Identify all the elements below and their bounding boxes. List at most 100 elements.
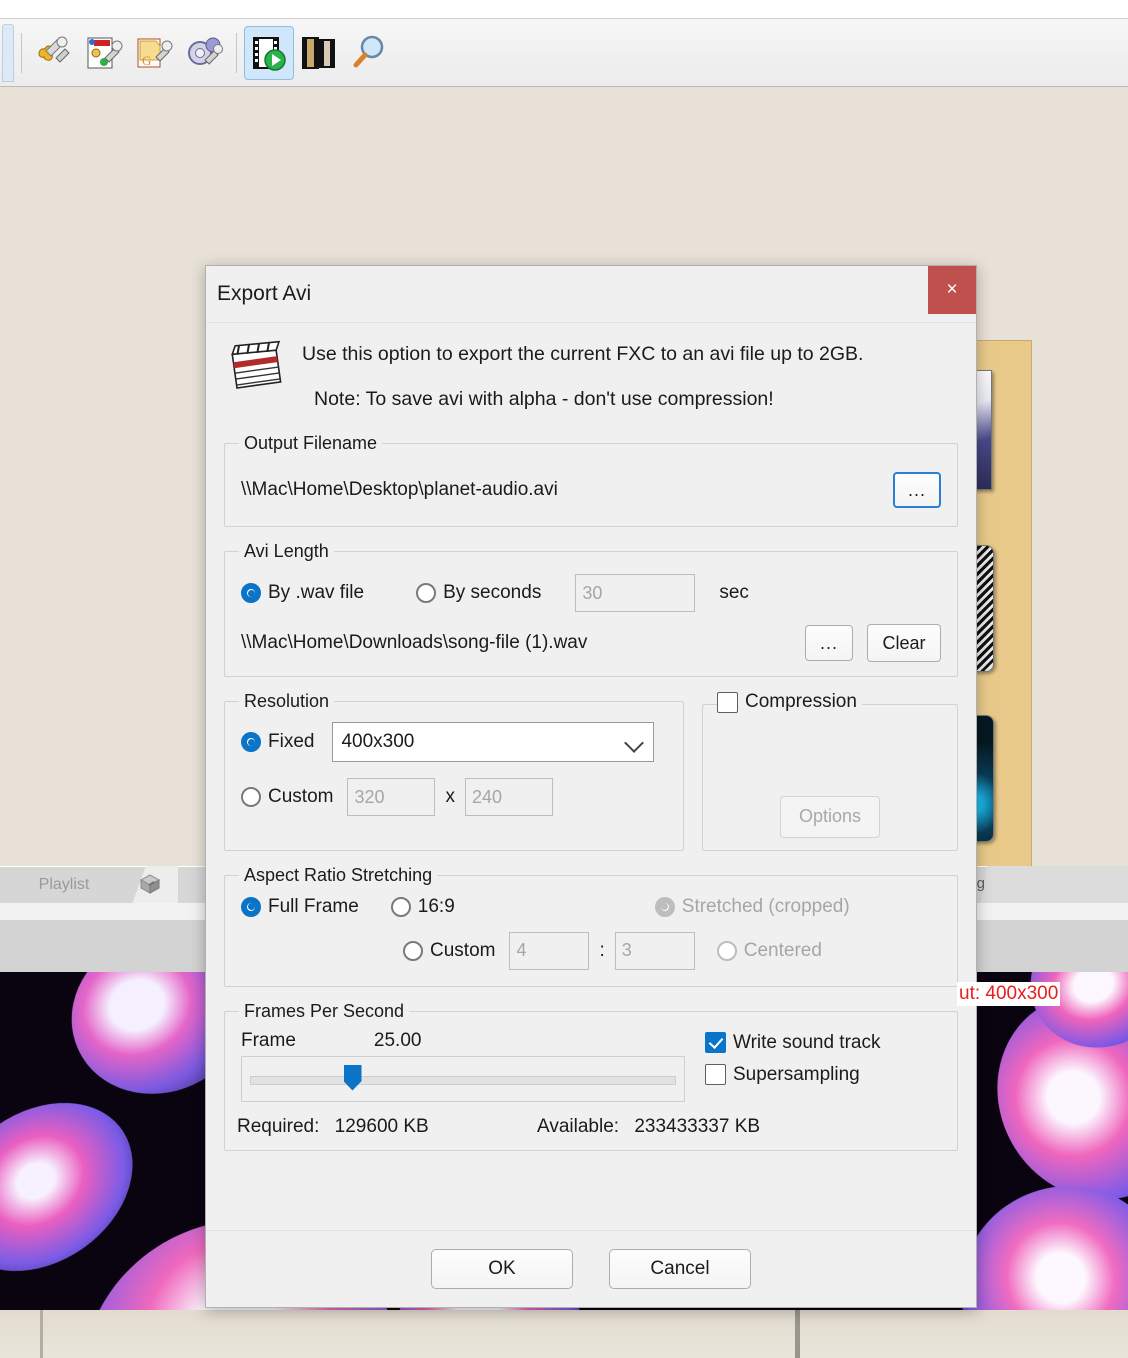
folder-settings-button[interactable]: G [129, 26, 179, 80]
radio-centered [716, 940, 737, 961]
film-strip-button[interactable] [294, 26, 344, 80]
output-resolution-label: ut: 400x300 [957, 982, 1061, 1006]
radio-16-9[interactable] [390, 896, 411, 917]
radio-by-wav-file[interactable] [241, 583, 261, 603]
radio-full-frame[interactable] [241, 896, 261, 917]
toolbar-left-tab[interactable] [2, 23, 14, 82]
output-filename-legend: Output Filename [244, 433, 378, 453]
compression-legend: Compression [717, 691, 862, 718]
fps-slider-track [250, 1075, 676, 1085]
dialog-titlebar: Export Avi × [206, 266, 976, 323]
cube-icon [137, 872, 163, 896]
resolution-select[interactable]: 400x300 [332, 722, 655, 762]
aspect-ratio-legend: Aspect Ratio Stretching [244, 864, 433, 885]
chevron-down-icon [624, 733, 645, 753]
clapperboard-icon [226, 337, 288, 393]
main-toolbar: G [0, 19, 1128, 87]
puzzle-wrench-icon [33, 32, 75, 74]
close-icon[interactable]: × [928, 266, 976, 314]
custom-height-input[interactable] [464, 778, 553, 816]
dialog-title: Export Avi [217, 282, 312, 305]
radio-resolution-fixed[interactable] [241, 732, 261, 752]
avi-length-group: Avi Length By .wav file By seconds sec \… [224, 541, 958, 677]
label-supersampling[interactable]: Supersampling [733, 1064, 860, 1086]
wav-path-text[interactable]: \\Mac\Home\Downloads\song-file (1).wav [241, 632, 587, 654]
label-aspect-custom[interactable]: Custom [430, 940, 495, 962]
tab-playlist[interactable]: Playlist [0, 866, 128, 903]
output-filename-group: Output Filename \\Mac\Home\Desktop\plane… [224, 433, 958, 527]
fps-group: Frames Per Second Frame 25.00 Write soun… [224, 1000, 958, 1151]
bottom-panel [0, 1310, 1128, 1358]
output-browse-button[interactable]: ... [893, 472, 941, 508]
gears-wrench-icon [183, 32, 225, 74]
film-play-icon [248, 32, 290, 74]
intro-section: Use this option to export the current FX… [224, 323, 958, 433]
tab-right[interactable]: ing [955, 866, 1128, 903]
label-aspect-colon: : [599, 939, 605, 961]
toolbar-separator-2 [236, 32, 237, 73]
bottom-panel-divider [795, 1310, 800, 1358]
gear-settings-button[interactable] [179, 26, 229, 80]
image-settings-button[interactable] [79, 26, 129, 80]
magnifier-icon [348, 32, 390, 74]
bottom-panel-left-edge [40, 1310, 43, 1358]
ok-button[interactable]: OK [431, 1249, 573, 1289]
label-centered: Centered [743, 939, 822, 961]
dialog-footer: OK Cancel [206, 1230, 976, 1307]
label-resolution-fixed[interactable]: Fixed [268, 731, 314, 753]
label-full-frame[interactable]: Full Frame [268, 896, 359, 918]
label-custom-x: x [445, 786, 455, 807]
label-by-wav-file[interactable]: By .wav file [268, 582, 364, 604]
zoom-preview-button[interactable] [344, 26, 394, 80]
label-sec-unit: sec [719, 582, 749, 603]
radio-resolution-custom[interactable] [241, 787, 261, 807]
aspect-den-input[interactable] [614, 931, 695, 970]
tab-playlist-label: Playlist [38, 875, 90, 893]
value-available: 233433337 KB [634, 1115, 761, 1137]
fps-slider-thumb[interactable] [343, 1064, 362, 1091]
radio-aspect-custom[interactable] [403, 940, 423, 961]
label-compression[interactable]: Compression [745, 691, 857, 713]
intro-text: Use this option to export the current FX… [302, 335, 863, 433]
write-sound-track-checkbox[interactable] [705, 1032, 726, 1053]
wav-clear-button[interactable]: Clear [867, 624, 941, 662]
radio-by-seconds[interactable] [416, 583, 437, 603]
label-stretched-cropped: Stretched (cropped) [681, 895, 850, 917]
film-strip-icon [298, 32, 340, 74]
compression-group: Compression Options [702, 691, 958, 851]
label-write-sound-track[interactable]: Write sound track [733, 1032, 880, 1054]
svg-text:G: G [142, 53, 151, 68]
custom-width-input[interactable] [347, 778, 436, 816]
fps-legend: Frames Per Second [244, 1000, 405, 1021]
fps-slider[interactable] [241, 1055, 685, 1102]
compression-options-button[interactable]: Options [780, 795, 880, 838]
frame-value: 25.00 [373, 1029, 422, 1051]
label-available: Available: [537, 1115, 620, 1137]
supersampling-checkbox[interactable] [705, 1064, 726, 1085]
cancel-button[interactable]: Cancel [609, 1249, 751, 1289]
radio-stretched-cropped [654, 896, 675, 917]
seconds-input[interactable] [575, 574, 696, 612]
storage-stats: Required: 129600 KB Available: 233433337… [237, 1116, 945, 1138]
wav-browse-button[interactable]: ... [805, 625, 853, 661]
label-16-9[interactable]: 16:9 [418, 896, 455, 918]
window-top-strip [0, 0, 1128, 19]
output-path-text[interactable]: \\Mac\Home\Desktop\planet-audio.avi [241, 479, 558, 501]
aspect-num-input[interactable] [509, 931, 590, 970]
toolbar-separator [21, 32, 22, 73]
image-wrench-icon [83, 32, 125, 74]
intro-line-1: Use this option to export the current FX… [302, 343, 864, 365]
resolution-select-value: 400x300 [341, 731, 415, 752]
resolution-group: Resolution Fixed 400x300 Custom x [224, 691, 684, 851]
resolution-legend: Resolution [244, 691, 330, 711]
aspect-ratio-group: Aspect Ratio Stretching Full Frame 16:9 … [224, 864, 958, 987]
intro-line-2: Note: To save avi with alpha - don't use… [314, 388, 774, 410]
effects-settings-button[interactable] [29, 26, 79, 80]
label-required: Required: [237, 1115, 320, 1137]
compression-checkbox[interactable] [717, 691, 738, 713]
label-by-seconds[interactable]: By seconds [443, 582, 541, 604]
dialog-body: Use this option to export the current FX… [206, 323, 976, 1151]
label-resolution-custom[interactable]: Custom [268, 786, 333, 808]
label-frame: Frame [241, 1029, 296, 1051]
play-movie-button[interactable] [244, 25, 294, 80]
